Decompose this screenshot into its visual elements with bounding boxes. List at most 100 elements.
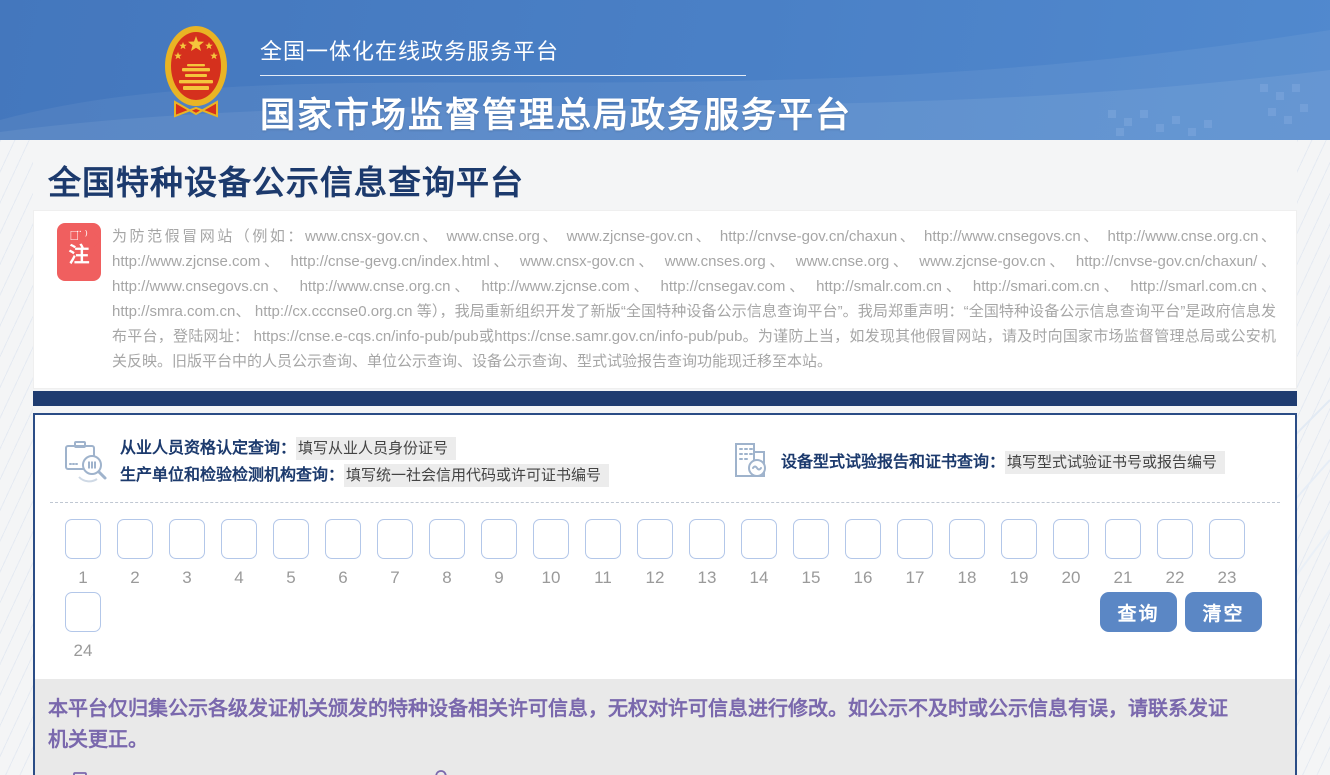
code-box-number: 18 <box>949 568 985 588</box>
smiley-face-icon: ⌒̈ ⁾ <box>57 229 101 243</box>
code-box-number: 19 <box>1001 568 1037 588</box>
code-box-input-10[interactable] <box>533 519 569 559</box>
pixel-mosaic-decor <box>1100 80 1310 140</box>
query-instructions: 从业人员资格认定查询：填写从业人员身份证号 生产单位和检验检测机构查询：填写统一… <box>35 415 1295 498</box>
code-box-cell: 13 <box>689 519 725 588</box>
code-box-input-7[interactable] <box>377 519 413 559</box>
query-panel: 从业人员资格认定查询：填写从业人员身份证号 生产单位和检验检测机构查询：填写统一… <box>33 413 1297 775</box>
code-box-input-6[interactable] <box>325 519 361 559</box>
code-box-cell: 23 <box>1209 519 1245 588</box>
code-box-input-3[interactable] <box>169 519 205 559</box>
code-box-cell: 14 <box>741 519 777 588</box>
code-box-cell: 21 <box>1105 519 1141 588</box>
code-box-input-8[interactable] <box>429 519 465 559</box>
disclaimer-text: 本平台仅归集公示各级发证机关颁发的特种设备相关许可信息，无权对许可信息进行修改。… <box>48 694 1235 756</box>
code-box-input-19[interactable] <box>1001 519 1037 559</box>
code-box-number: 21 <box>1105 568 1141 588</box>
anti-fake-notice: ⌒̈ ⁾ 注 为防范假冒网站（例如：www.cnsx-gov.cn、 www.c… <box>33 210 1297 389</box>
code-box-number: 8 <box>429 568 465 588</box>
code-box-cell: 16 <box>845 519 881 588</box>
qq-label: QQ： <box>464 771 505 775</box>
code-box-input-20[interactable] <box>1053 519 1089 559</box>
code-box-number: 3 <box>169 568 205 588</box>
code-box-input-21[interactable] <box>1105 519 1141 559</box>
code-box-cell: 6 <box>325 519 361 588</box>
code-box-cell: 19 <box>1001 519 1037 588</box>
person-query-label: 从业人员资格认定查询： <box>120 440 296 457</box>
code-box-number: 2 <box>117 568 153 588</box>
unit-query-label: 生产单位和检验检测机构查询： <box>120 467 344 484</box>
code-box-input-9[interactable] <box>481 519 517 559</box>
code-box-number: 6 <box>325 568 361 588</box>
code-box-number: 16 <box>845 568 881 588</box>
unit-query-line: 生产单位和检验检测机构查询：填写统一社会信用代码或许可证书编号 <box>120 461 609 485</box>
code-box-input-16[interactable] <box>845 519 881 559</box>
contact-row: 技术支持及信息反馈电话： 13520107371 QQ： 1096856177 <box>48 770 1235 775</box>
code-box-cell: 12 <box>637 519 673 588</box>
code-box-number: 5 <box>273 568 309 588</box>
code-boxes-row2: 24 查询 清空 <box>35 588 1295 679</box>
code-box-number: 4 <box>221 568 257 588</box>
code-box-input-15[interactable] <box>793 519 829 559</box>
code-box-cell: 17 <box>897 519 933 588</box>
action-buttons: 查询 清空 <box>1100 592 1262 632</box>
code-box-number: 17 <box>897 568 933 588</box>
code-box-cell: 1 <box>65 519 101 588</box>
note-badge-icon: ⌒̈ ⁾ 注 <box>57 223 101 281</box>
code-box-cell: 3 <box>169 519 205 588</box>
person-unit-query-group: 从业人员资格认定查询：填写从业人员身份证号 生产单位和检验检测机构查询：填写统一… <box>62 431 609 488</box>
code-box-number: 20 <box>1053 568 1089 588</box>
site-header: 全国一体化在线政务服务平台 国家市场监督管理总局政务服务平台 <box>0 0 1330 140</box>
notice-text: 为防范假冒网站（例如：www.cnsx-gov.cn、 www.cnse.org… <box>112 224 1276 374</box>
panel-footer: 本平台仅归集公示各级发证机关颁发的特种设备相关许可信息，无权对许可信息进行修改。… <box>35 679 1295 775</box>
code-box-input-24[interactable] <box>65 592 101 632</box>
left-decor-stripe <box>0 140 33 775</box>
code-box-input-11[interactable] <box>585 519 621 559</box>
code-box-input-12[interactable] <box>637 519 673 559</box>
national-emblem <box>163 22 229 122</box>
note-badge-label: 注 <box>57 243 101 269</box>
code-box-cell: 20 <box>1053 519 1089 588</box>
code-box-number: 14 <box>741 568 777 588</box>
code-box-input-2[interactable] <box>117 519 153 559</box>
building-search-icon <box>729 438 771 482</box>
site-title: 国家市场监督管理总局政务服务平台 <box>260 87 852 138</box>
code-box-cell: 5 <box>273 519 309 588</box>
code-box-number: 12 <box>637 568 673 588</box>
query-button[interactable]: 查询 <box>1100 592 1177 632</box>
code-box-number: 13 <box>689 568 725 588</box>
type-test-query-label: 设备型式试验报告和证书查询： <box>781 454 1005 471</box>
code-box-cell: 7 <box>377 519 413 588</box>
type-test-query-hint: 填写型式试验证书号或报告编号 <box>1005 451 1225 474</box>
code-box-input-13[interactable] <box>689 519 725 559</box>
code-box-cell: 24 <box>65 592 101 661</box>
code-box-input-5[interactable] <box>273 519 309 559</box>
navy-divider-bar <box>33 391 1297 406</box>
code-box-number: 24 <box>65 641 101 661</box>
code-box-number: 9 <box>481 568 517 588</box>
code-box-input-18[interactable] <box>949 519 985 559</box>
code-box-cell: 22 <box>1157 519 1193 588</box>
code-box-number: 22 <box>1157 568 1193 588</box>
code-box-cell: 15 <box>793 519 829 588</box>
qq-penguin-icon <box>430 770 452 775</box>
code-box-number: 1 <box>65 568 101 588</box>
code-box-input-14[interactable] <box>741 519 777 559</box>
code-box-number: 7 <box>377 568 413 588</box>
platform-label: 全国一体化在线政务服务平台 <box>260 34 746 76</box>
code-box-input-17[interactable] <box>897 519 933 559</box>
code-box-input-22[interactable] <box>1157 519 1193 559</box>
page-title: 全国特种设备公示信息查询平台 <box>0 140 1330 210</box>
code-box-cell: 9 <box>481 519 517 588</box>
code-box-cell: 10 <box>533 519 569 588</box>
type-test-query-group: 设备型式试验报告和证书查询：填写型式试验证书号或报告编号 <box>729 438 1225 482</box>
page: 全国一体化在线政务服务平台 国家市场监督管理总局政务服务平台 全国特种设备公示信… <box>0 0 1330 775</box>
code-box-cell: 8 <box>429 519 465 588</box>
code-box-input-1[interactable] <box>65 519 101 559</box>
code-box-cell: 11 <box>585 519 621 588</box>
clear-button[interactable]: 清空 <box>1185 592 1262 632</box>
code-box-input-4[interactable] <box>221 519 257 559</box>
code-box-number: 23 <box>1209 568 1245 588</box>
code-box-number: 11 <box>585 568 621 588</box>
code-box-input-23[interactable] <box>1209 519 1245 559</box>
